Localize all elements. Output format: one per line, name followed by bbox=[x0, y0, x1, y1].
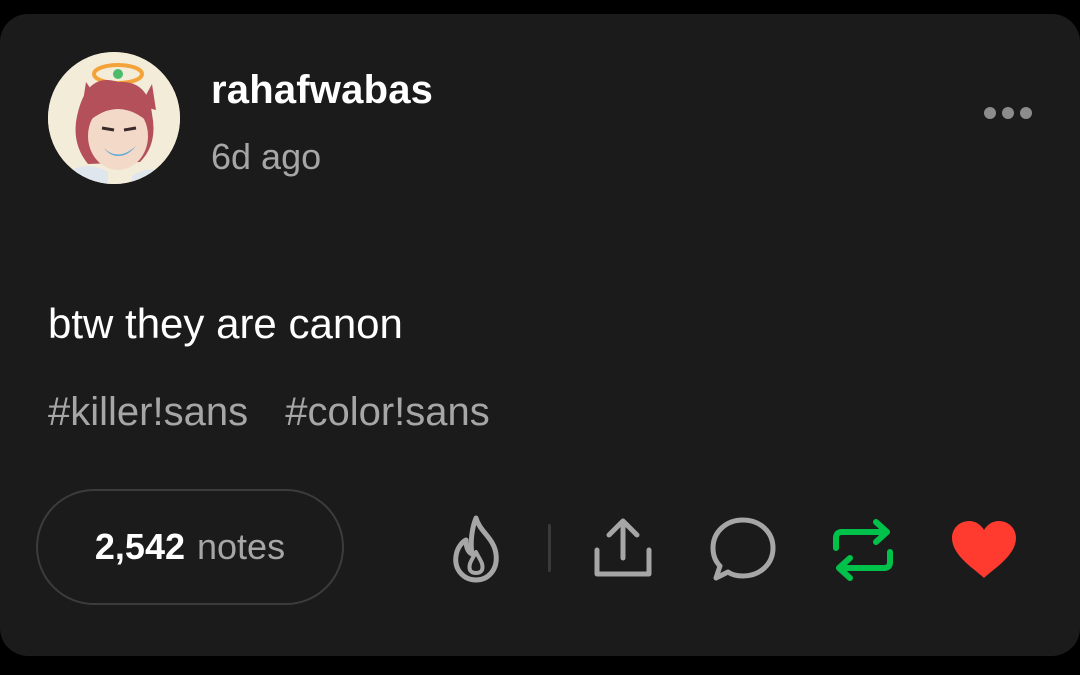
reply-icon[interactable] bbox=[708, 514, 778, 584]
tag-list: #killer!sans #color!sans bbox=[48, 390, 516, 435]
avatar[interactable] bbox=[48, 52, 180, 184]
flame-icon[interactable] bbox=[446, 512, 508, 584]
tag-color-sans[interactable]: #color!sans bbox=[285, 390, 490, 435]
notes-label: notes bbox=[197, 526, 286, 567]
action-divider bbox=[548, 524, 551, 572]
username[interactable]: rahafwabas bbox=[211, 68, 433, 113]
post-card: rahafwabas 6d ago btw they are canon #ki… bbox=[0, 14, 1080, 656]
notes-button[interactable]: 2,542 notes bbox=[36, 489, 344, 605]
notes-count: 2,542 bbox=[94, 526, 185, 567]
heart-icon[interactable] bbox=[948, 518, 1020, 582]
tag-killer-sans[interactable]: #killer!sans bbox=[48, 390, 248, 435]
more-options-icon[interactable] bbox=[978, 98, 1038, 128]
post-timestamp: 6d ago bbox=[211, 136, 322, 177]
share-icon[interactable] bbox=[590, 514, 656, 580]
post-body: btw they are canon bbox=[48, 300, 403, 347]
reblog-icon[interactable] bbox=[830, 514, 896, 586]
